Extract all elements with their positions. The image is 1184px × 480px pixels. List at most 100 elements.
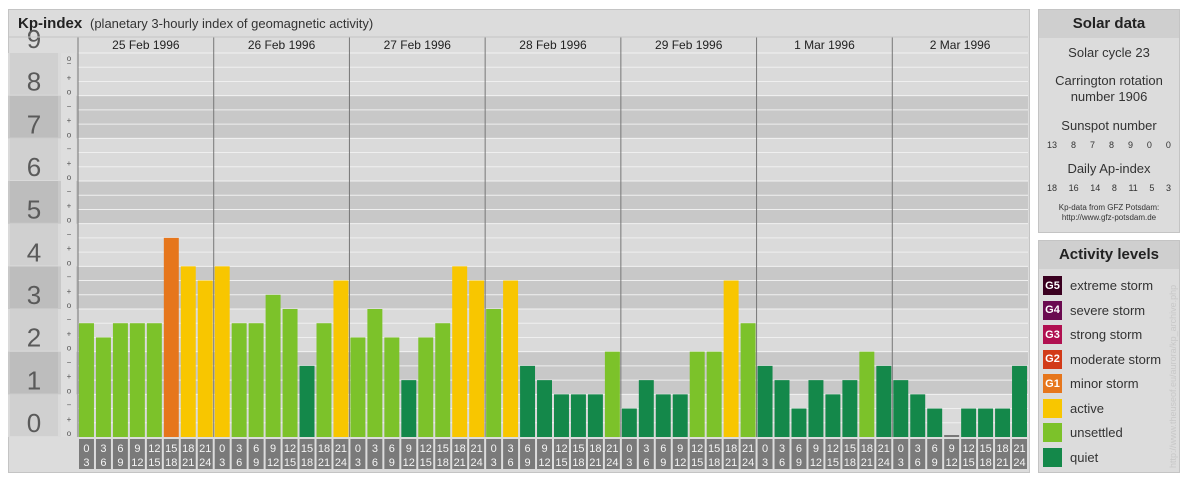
hour-end-label: 24 [742, 457, 754, 469]
hour-start-label: 3 [236, 443, 242, 455]
hour-end-label: 18 [844, 457, 856, 469]
hour-start-label: 3 [372, 443, 378, 455]
kp-bar [757, 365, 773, 437]
kp-bar [112, 323, 128, 437]
kp-bar [503, 280, 519, 437]
kp-bar [520, 365, 536, 437]
hour-start-label: 15 [301, 443, 313, 455]
kp-bar [265, 294, 281, 437]
legend-label: unsettled [1070, 425, 1123, 440]
y-tick-label: 6 [27, 152, 41, 182]
kp-bar [621, 408, 637, 437]
minor-tick-label: o [67, 173, 72, 182]
hour-start-label: 9 [813, 443, 819, 455]
sunspot-value: 0 [1146, 140, 1152, 150]
y-tick-label: 2 [27, 323, 41, 353]
kp-bar [299, 365, 315, 437]
minor-tick-label: − [67, 273, 72, 282]
kp-bar [163, 237, 179, 437]
hour-end-label: 9 [524, 457, 530, 469]
y-tick-label: 3 [27, 280, 41, 310]
hour-end-label: 24 [199, 457, 211, 469]
kp-bar [944, 435, 960, 437]
hour-end-label: 18 [708, 457, 720, 469]
hour-end-label: 15 [148, 457, 160, 469]
hour-start-label: 21 [1013, 443, 1025, 455]
minor-tick-label: o [67, 54, 72, 63]
day-label: 2 Mar 1996 [930, 38, 991, 52]
sunspot-value: 0 [1165, 140, 1171, 150]
hour-start-label: 18 [725, 443, 737, 455]
hour-start-label: 18 [454, 443, 466, 455]
legend-swatch: G5 [1043, 276, 1062, 295]
hour-end-label: 18 [301, 457, 313, 469]
hour-start-label: 3 [915, 443, 921, 455]
kp-bar [79, 323, 94, 437]
hour-end-label: 18 [979, 457, 991, 469]
hour-start-label: 6 [660, 443, 666, 455]
kp-bar [95, 337, 111, 437]
legend-item: G2 moderate storm [1043, 349, 1162, 369]
hour-end-label: 6 [236, 457, 242, 469]
hour-end-label: 18 [165, 457, 177, 469]
hour-start-label: 9 [949, 443, 955, 455]
hour-start-label: 21 [335, 443, 347, 455]
kp-bar [282, 309, 298, 437]
legend-label: active [1070, 400, 1104, 416]
hour-start-label: 21 [742, 443, 754, 455]
hour-end-label: 24 [878, 457, 890, 469]
kp-bar [537, 380, 552, 437]
day-label: 1 Mar 1996 [794, 38, 855, 52]
kp-bar [452, 266, 468, 437]
ap-value: 14 [1090, 183, 1101, 193]
day-label: 27 Feb 1996 [384, 38, 452, 52]
hour-start-label: 3 [779, 443, 785, 455]
hour-end-label: 12 [403, 457, 415, 469]
legend-label: moderate storm [1070, 351, 1162, 367]
hour-end-label: 3 [626, 457, 632, 469]
credit-line-1: Kp-data from GFZ Potsdam: [1058, 203, 1160, 212]
hour-start-label: 18 [861, 443, 873, 455]
legend-swatch: G1 [1043, 374, 1062, 393]
hour-end-label: 9 [389, 457, 395, 469]
minor-tick-label: + [67, 329, 72, 338]
sunspot-value: 8 [1070, 140, 1076, 150]
sunspot-value: 7 [1089, 140, 1095, 150]
hour-start-label: 15 [979, 443, 991, 455]
y-tick-label: 7 [27, 109, 41, 139]
kp-bar [672, 394, 688, 437]
hour-start-label: 12 [148, 443, 160, 455]
hour-end-label: 12 [131, 457, 143, 469]
hour-start-label: 0 [491, 443, 497, 455]
hour-end-label: 3 [355, 457, 361, 469]
chart-subtitle: (planetary 3-hourly index of geomagnetic… [90, 16, 373, 31]
kp-bar [978, 408, 994, 437]
kp-bar [604, 351, 620, 437]
y-tick-label: 5 [27, 195, 41, 225]
kp-bar [961, 408, 977, 437]
minor-tick-label: − [67, 187, 72, 196]
legend-label: minor storm [1070, 376, 1139, 391]
hour-end-label: 21 [861, 457, 873, 469]
minor-tick-label: o [67, 258, 72, 267]
hour-end-label: 12 [674, 457, 686, 469]
hour-end-label: 12 [946, 457, 958, 469]
minor-tick-label: + [67, 159, 72, 168]
kp-bar [180, 266, 196, 437]
kp-bar [469, 280, 485, 437]
minor-tick-label: − [67, 230, 72, 239]
kp-bar [435, 323, 451, 437]
minor-tick-label: + [67, 244, 72, 253]
hour-start-label: 0 [898, 443, 904, 455]
minor-tick-label: o [67, 429, 72, 438]
kp-chart: Kp-index (planetary 3-hourly index of ge… [8, 15, 1028, 469]
hour-end-label: 18 [572, 457, 584, 469]
kp-bar [1012, 365, 1027, 437]
kp-band-4 [8, 223, 1028, 267]
kp-bar [740, 323, 756, 437]
ap-label: Daily Ap-index [1067, 161, 1151, 176]
y-tick-label: 1 [27, 365, 41, 395]
hour-start-label: 12 [963, 443, 975, 455]
minor-tick-label: o [67, 130, 72, 139]
ap-value: 18 [1047, 183, 1058, 193]
